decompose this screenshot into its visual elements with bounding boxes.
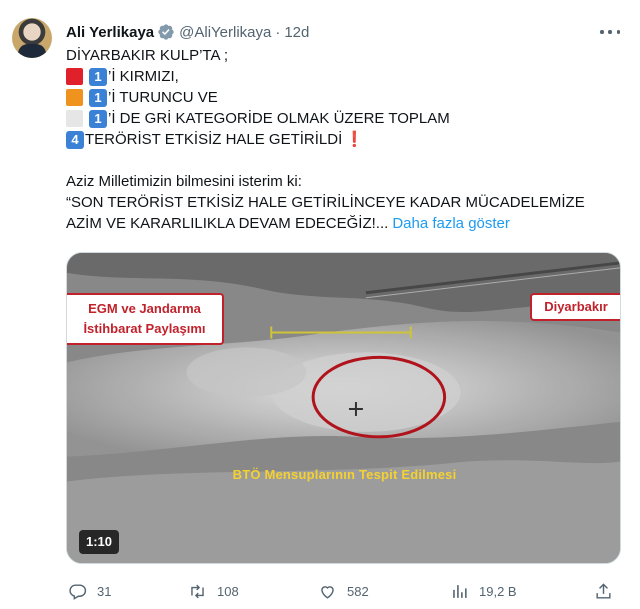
- views-icon: [453, 584, 467, 598]
- keycap-one-icon: 1: [89, 88, 107, 107]
- retweet-button[interactable]: 108: [188, 578, 239, 604]
- source-tag-line-1: EGM ve Jandarma: [88, 301, 201, 316]
- text-line-4: ’İ DE GRİ KATEGORİDE OLMAK ÜZERE TOPLAM: [108, 110, 450, 127]
- separator-dot: ·: [275, 23, 281, 41]
- text-line: 1 ’İ DE GRİ KATEGORİDE OLMAK ÜZERE TOPLA…: [66, 108, 621, 129]
- text-line: “SON TERÖRİST ETKİSİZ HALE GETİRİLİNCEYE…: [66, 192, 621, 213]
- show-more-link[interactable]: Daha fazla göster: [392, 213, 510, 234]
- share-icon: [596, 582, 611, 599]
- like-count: 582: [347, 583, 369, 599]
- text-line: 4 TERÖRİST ETKİSİZ HALE GETİRİLDİ ❗: [66, 129, 621, 150]
- retweet-icon: [191, 584, 204, 598]
- action-bar: 31 108 582 19,2 B: [56, 578, 626, 604]
- verified-badge-icon: [158, 24, 174, 40]
- reply-button[interactable]: 31: [68, 578, 111, 604]
- text-line-1: DİYARBAKIR KULP’TA ;: [66, 47, 228, 64]
- red-square-icon: [66, 68, 83, 85]
- tweet: Ali Yerlikaya @AliYerlikaya · 12d DİYARB…: [0, 0, 640, 609]
- more-icon[interactable]: [600, 24, 620, 40]
- source-tag-line-2: İstihbarat Paylaşımı: [83, 321, 206, 336]
- text-line-7: “SON TERÖRİST ETKİSİZ HALE GETİRİLİNCEYE…: [66, 194, 585, 211]
- views-count: 19,2 B: [479, 583, 517, 599]
- keycap-one-icon: 1: [89, 109, 107, 128]
- text-line: AZİM VE KARARLILIKLA DEVAM EDECEĞİZ!... …: [66, 213, 621, 234]
- author-handle[interactable]: @AliYerlikaya: [179, 24, 271, 41]
- gray-square-icon: [66, 110, 83, 127]
- keycap-four-icon: 4: [66, 130, 84, 149]
- video-caption: BTÖ Mensuplarının Tespit Edilmesi: [232, 467, 457, 482]
- text-line-8: AZİM VE KARARLILIKLA DEVAM EDECEĞİZ!...: [66, 215, 389, 232]
- text-line-2: ’İ KIRMIZI,: [108, 68, 179, 85]
- tweet-header: Ali Yerlikaya @AliYerlikaya · 12d: [66, 21, 309, 43]
- text-line-3: ’İ TURUNCU VE: [108, 89, 218, 106]
- orange-square-icon: [66, 89, 83, 106]
- text-line: Aziz Milletimizin bilmesini isterim ki:: [66, 171, 621, 192]
- text-line: 1 ’İ KIRMIZI,: [66, 66, 621, 87]
- location-tag: Diyarbakır: [530, 293, 620, 321]
- exclamation-icon: ❗: [345, 131, 364, 148]
- text-line: DİYARBAKIR KULP’TA ;: [66, 45, 621, 66]
- reply-count: 31: [97, 583, 112, 599]
- like-button[interactable]: 582: [318, 578, 369, 604]
- video-duration: 1:10: [79, 530, 120, 554]
- reply-icon: [69, 583, 87, 600]
- retweet-count: 108: [217, 583, 239, 599]
- avatar[interactable]: [12, 18, 52, 58]
- text-line-6: Aziz Milletimizin bilmesini isterim ki:: [66, 173, 302, 190]
- author-name[interactable]: Ali Yerlikaya: [66, 24, 154, 41]
- video-player[interactable]: EGM ve Jandarma İstihbarat Paylaşımı Diy…: [66, 252, 621, 564]
- share-button[interactable]: [594, 578, 623, 604]
- keycap-one-icon: 1: [89, 67, 107, 86]
- tweet-text: DİYARBAKIR KULP’TA ; 1 ’İ KIRMIZI, 1 ’İ …: [66, 45, 621, 234]
- timestamp[interactable]: 12d: [284, 24, 309, 41]
- views-button[interactable]: 19,2 B: [450, 578, 517, 604]
- text-line-5: TERÖRİST ETKİSİZ HALE GETİRİLDİ: [85, 131, 343, 148]
- like-icon: [321, 585, 334, 599]
- text-line: 1 ’İ TURUNCU VE: [66, 87, 621, 108]
- source-tag: EGM ve Jandarma İstihbarat Paylaşımı: [67, 293, 224, 345]
